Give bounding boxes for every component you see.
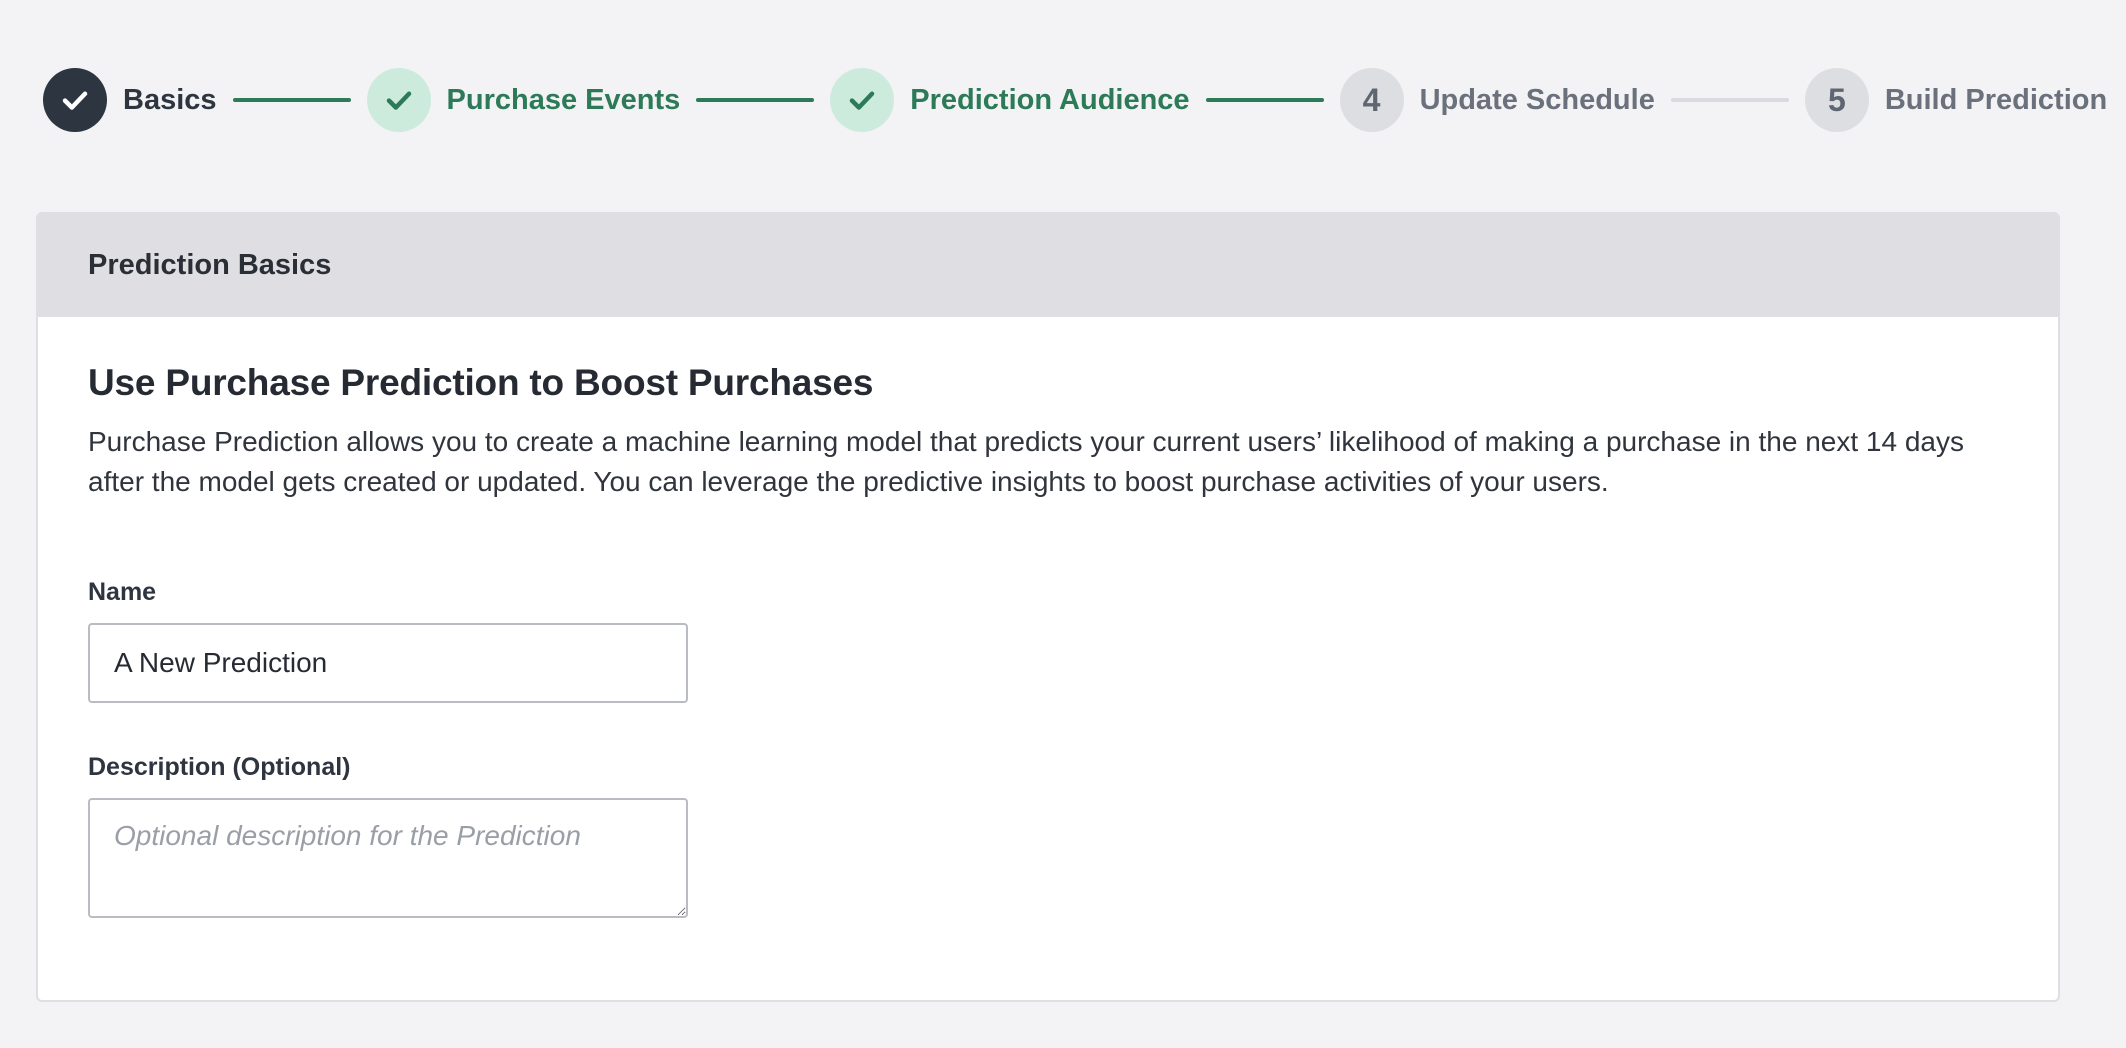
card-header: Prediction Basics — [38, 214, 2058, 317]
step-update-schedule[interactable]: 4 Update Schedule — [1339, 68, 1655, 132]
description-field-label: Description (Optional) — [88, 753, 351, 781]
step-purchase-events-indicator — [366, 68, 431, 132]
step-update-schedule-number: 4 — [1339, 68, 1404, 132]
step-build-prediction-number: 5 — [1804, 68, 1869, 132]
description-textarea[interactable] — [88, 798, 688, 918]
section-heading: Use Purchase Prediction to Boost Purchas… — [88, 362, 874, 403]
card-body: Use Purchase Prediction to Boost Purchas… — [38, 317, 2058, 918]
check-icon — [386, 91, 411, 110]
check-icon — [62, 91, 88, 110]
card-header-title: Prediction Basics — [88, 249, 332, 281]
step-purchase-events[interactable]: Purchase Events — [366, 68, 681, 132]
step-connector — [696, 98, 815, 102]
step-build-prediction-label: Build Prediction — [1884, 83, 2108, 116]
step-connector — [1670, 98, 1789, 102]
step-purchase-events-label: Purchase Events — [446, 83, 681, 116]
step-basics[interactable]: Basics — [43, 68, 217, 132]
step-update-schedule-label: Update Schedule — [1419, 83, 1655, 116]
step-basics-label: Basics — [123, 83, 217, 116]
prediction-basics-card: Prediction Basics Use Purchase Predictio… — [36, 212, 2060, 1002]
step-build-prediction[interactable]: 5 Build Prediction — [1804, 68, 2108, 132]
name-field-label: Name — [88, 578, 157, 606]
step-prediction-audience[interactable]: Prediction Audience — [830, 68, 1190, 132]
step-connector — [232, 98, 351, 102]
step-basics-indicator — [43, 68, 107, 132]
step-prediction-audience-label: Prediction Audience — [910, 83, 1190, 116]
step-prediction-audience-indicator — [830, 68, 895, 132]
step-connector — [1205, 98, 1324, 102]
check-icon — [850, 91, 875, 110]
section-description: Purchase Prediction allows you to create… — [88, 426, 1964, 497]
wizard-stepper: Basics Purchase Events Prediction Audien… — [43, 67, 2107, 133]
name-input[interactable] — [88, 623, 688, 703]
